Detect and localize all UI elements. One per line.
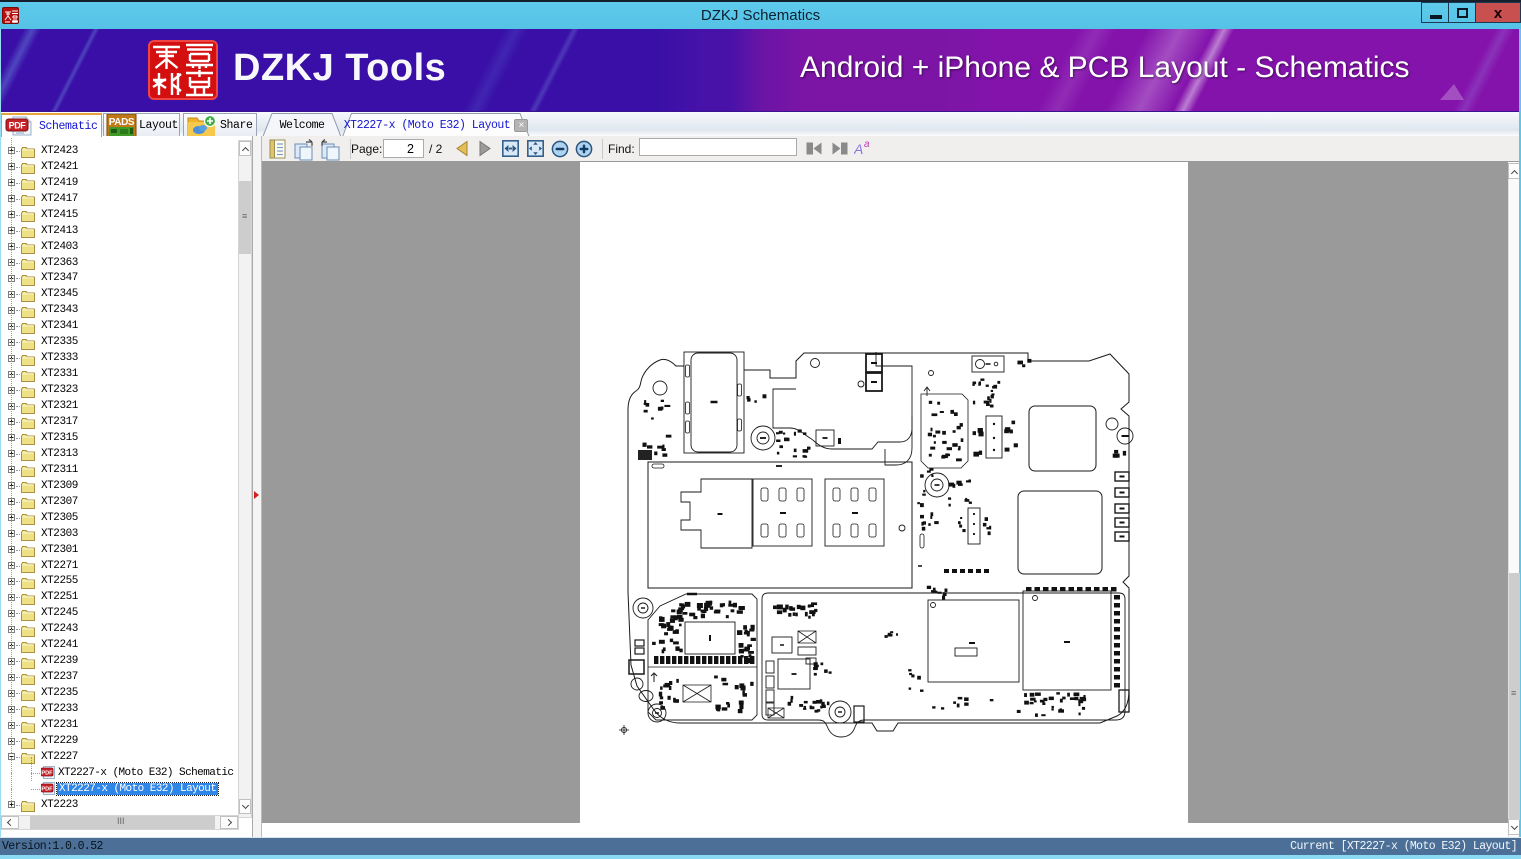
svg-text:PDF: PDF [41,786,53,792]
svg-text:a: a [864,139,870,150]
svg-text:PDF: PDF [41,770,53,776]
svg-text:A: A [854,141,863,157]
svg-text:PDF: PDF [9,121,27,131]
svg-text:PADS: PADS [109,117,135,128]
